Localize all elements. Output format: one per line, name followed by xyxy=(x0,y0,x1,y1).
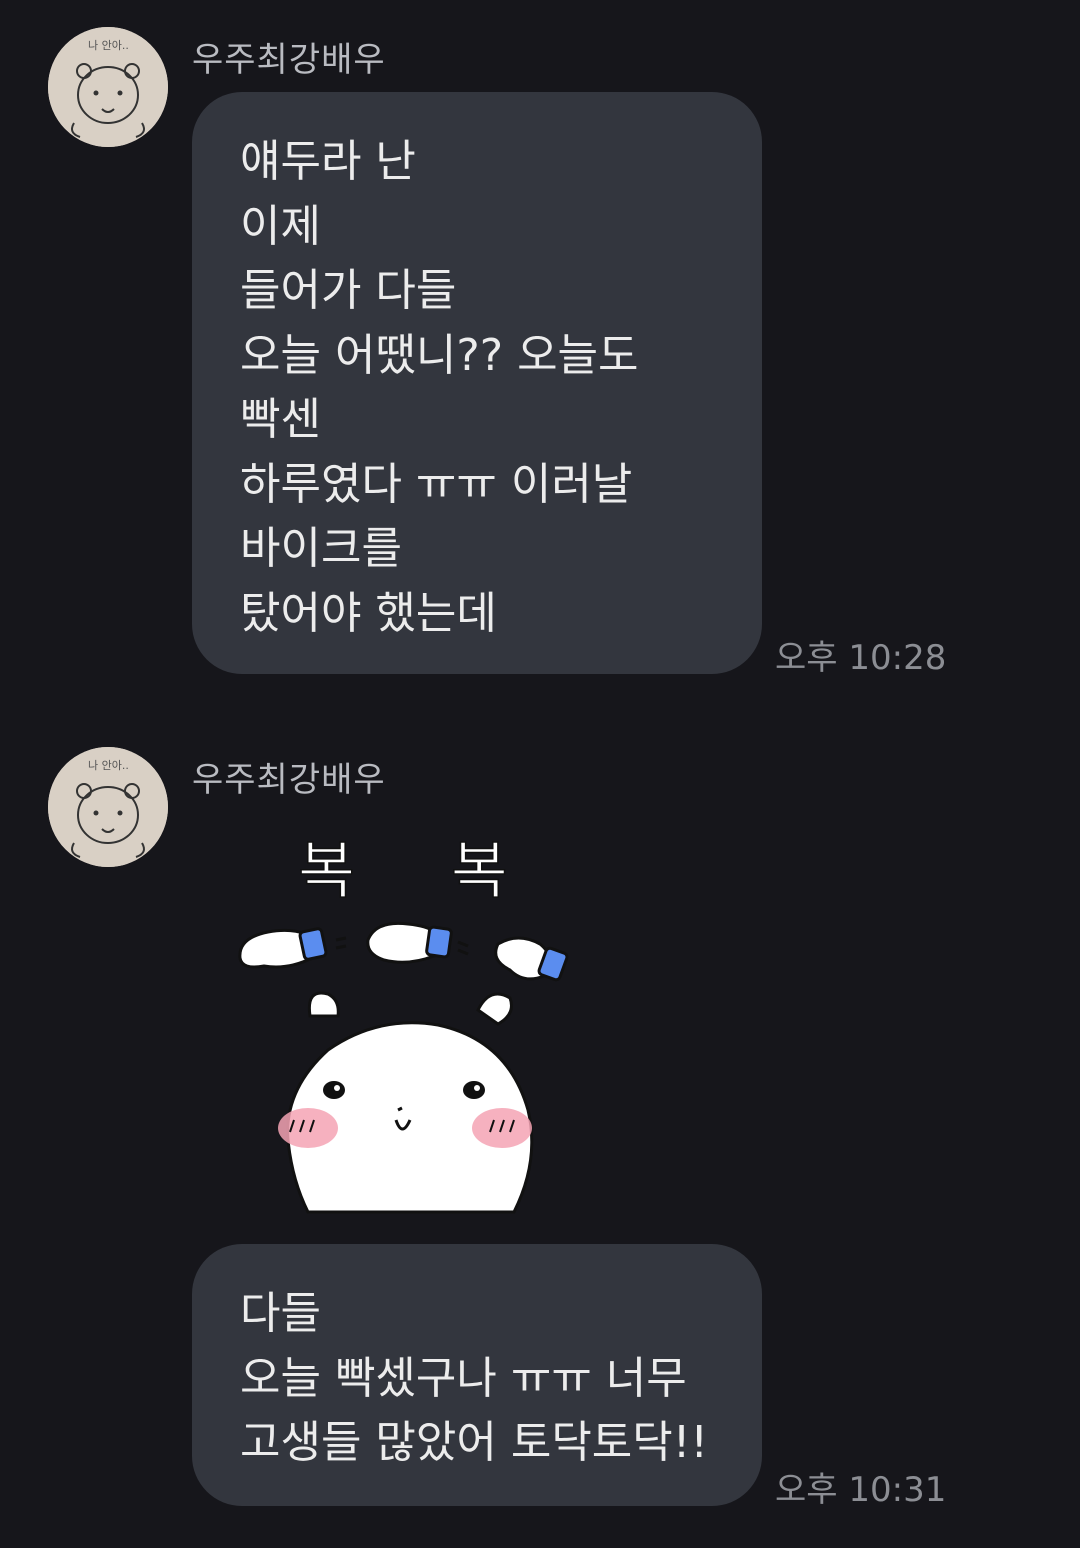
patting-hands-icon xyxy=(238,921,569,982)
message-line: 다들 xyxy=(240,1288,321,1339)
sticker-bear-patting-icon: 복 복 복 xyxy=(238,833,661,1214)
bear-face-icon xyxy=(278,991,534,1214)
sticker-caption: 복 복 복 xyxy=(298,834,578,907)
message-line: 오늘 빡셌구나 ㅠㅠ 너무 xyxy=(240,1352,687,1404)
avatar[interactable]: 나 안아.. xyxy=(48,747,168,867)
message-timestamp: 오후 10:31 xyxy=(775,1470,947,1510)
sticker-image[interactable]: 복 복 복 xyxy=(228,820,661,1220)
message-group-2: 나 안아.. 우주최강배우 복 복 복 xyxy=(0,0,1080,1548)
message-line: 고생들 많았어 토닥토닥!! xyxy=(240,1417,709,1468)
message-bubble[interactable]: 다들 오늘 빡셌구나 ㅠㅠ 너무 고생들 많았어 토닥토닥!! xyxy=(192,1244,762,1506)
bear-drawing-avatar-icon: 나 안아.. xyxy=(48,747,168,867)
sender-name: 우주최강배우 xyxy=(192,760,386,800)
avatar-caption: 나 안아.. xyxy=(88,759,129,772)
